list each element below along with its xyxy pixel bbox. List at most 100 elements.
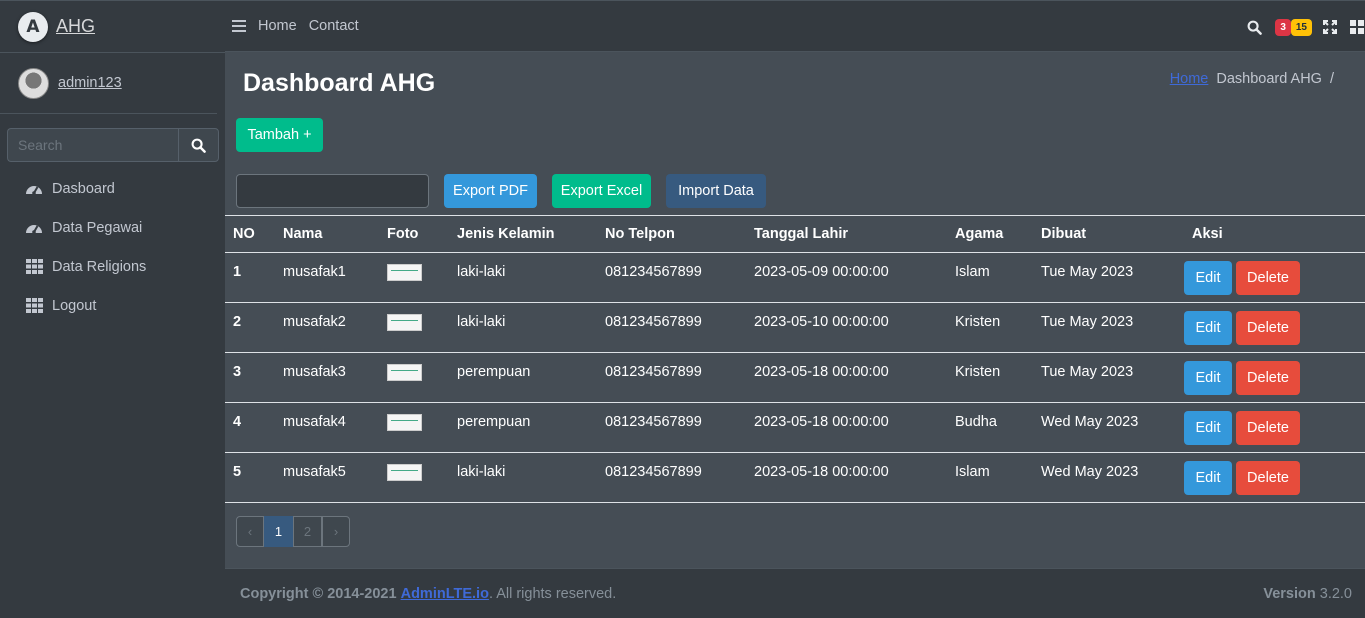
cell-dibuat: Tue May 2023 — [1033, 352, 1184, 403]
nav-link-home[interactable]: Home — [258, 18, 297, 34]
main-footer: Copyright © 2014-2021 AdminLTE.io. All r… — [225, 568, 1365, 618]
photo-thumbnail[interactable] — [387, 314, 422, 331]
table-search-input[interactable] — [236, 174, 429, 208]
edit-button[interactable]: Edit — [1184, 361, 1232, 395]
control-sidebar-icon[interactable] — [1350, 20, 1364, 34]
sidebar-item-label: Data Religions — [52, 258, 147, 275]
sidebar-item-data-religions[interactable]: Data Religions — [0, 247, 225, 286]
cell-dibuat: Wed May 2023 — [1033, 402, 1184, 453]
avatar — [18, 67, 49, 99]
import-data-button[interactable]: Import Data — [666, 174, 766, 208]
search-button[interactable] — [178, 128, 219, 162]
cell-agama: Kristen — [947, 302, 1033, 353]
search-icon — [191, 138, 206, 153]
table-row: 4 musafak4 perempuan 081234567899 2023-05-18… — [225, 402, 1365, 453]
tachometer-icon — [25, 219, 43, 237]
delete-button[interactable]: Delete — [1236, 461, 1300, 495]
cell-tanggal-lahir: 2023-05-10 00:00:00 — [746, 302, 947, 353]
cell-jenis-kelamin: laki-laki — [449, 452, 597, 503]
add-button[interactable]: Tambah + — [236, 118, 323, 152]
cell-aksi: Edit Delete — [1184, 352, 1365, 403]
column-header: NO — [225, 215, 275, 253]
cell-foto — [379, 352, 449, 403]
column-header: Dibuat — [1033, 215, 1184, 253]
pagination: ‹ 1 2 › — [236, 516, 350, 547]
user-name-link[interactable]: admin123 — [58, 75, 122, 91]
cell-tanggal-lahir: 2023-05-18 00:00:00 — [746, 352, 947, 403]
cell-nama: musafak2 — [275, 302, 379, 353]
pagination-page-1[interactable]: 1 — [264, 516, 293, 547]
brand-link[interactable]: A AHG — [0, 1, 225, 53]
cell-foto — [379, 452, 449, 503]
cell-nama: musafak5 — [275, 452, 379, 503]
table-row: 1 musafak1 laki-laki 081234567899 2023-05-09… — [225, 252, 1365, 303]
grid-icon — [25, 297, 43, 315]
delete-button[interactable]: Delete — [1236, 411, 1300, 445]
main-sidebar: A AHG admin123 Dasboard Data Pegawai Dat… — [0, 0, 225, 618]
row-number: 3 — [225, 352, 275, 403]
navbar-search-button[interactable] — [1247, 20, 1263, 35]
sidebar-item-dasboard[interactable]: Dasboard — [0, 169, 225, 208]
cell-jenis-kelamin: laki-laki — [449, 302, 597, 353]
version-info: Version 3.2.0 — [1263, 585, 1352, 602]
photo-thumbnail[interactable] — [387, 364, 422, 381]
breadcrumb-separator: / — [1329, 71, 1334, 87]
nav-link-contact[interactable]: Contact — [309, 18, 359, 34]
brand-logo-icon: A — [18, 11, 48, 42]
edit-button[interactable]: Edit — [1184, 311, 1232, 345]
table-header-row: NO Nama Foto Jenis Kelamin No Telpon Tan… — [225, 215, 1365, 253]
photo-thumbnail[interactable] — [387, 464, 422, 481]
row-number: 4 — [225, 402, 275, 453]
column-header: Foto — [379, 215, 449, 253]
photo-thumbnail[interactable] — [387, 414, 422, 431]
delete-button[interactable]: Delete — [1236, 311, 1300, 345]
table-row: 3 musafak3 perempuan 081234567899 2023-05-18… — [225, 352, 1365, 403]
cell-jenis-kelamin: perempuan — [449, 352, 597, 403]
brand-text[interactable]: AHG — [56, 16, 95, 37]
delete-button[interactable]: Delete — [1236, 261, 1300, 295]
cell-aksi: Edit Delete — [1184, 452, 1365, 503]
column-header: Agama — [947, 215, 1033, 253]
edit-button[interactable]: Edit — [1184, 261, 1232, 295]
pagination-next[interactable]: › — [322, 516, 350, 547]
export-pdf-button[interactable]: Export PDF — [444, 174, 537, 208]
menu-toggle-icon[interactable] — [232, 20, 246, 32]
photo-thumbnail[interactable] — [387, 264, 422, 281]
data-table: NO Nama Foto Jenis Kelamin No Telpon Tan… — [225, 215, 1365, 503]
delete-button[interactable]: Delete — [1236, 361, 1300, 395]
export-excel-button[interactable]: Export Excel — [552, 174, 651, 208]
sidebar-item-label: Data Pegawai — [52, 219, 143, 236]
sidebar-item-label: Dasboard — [52, 180, 115, 197]
column-header: Aksi — [1184, 215, 1365, 253]
fullscreen-icon[interactable] — [1323, 20, 1337, 34]
breadcrumb: Home Dashboard AHG / — [1170, 71, 1334, 87]
page-title: Dashboard AHG — [243, 69, 436, 97]
sidebar-item-data-pegawai[interactable]: Data Pegawai — [0, 208, 225, 247]
cell-no-telpon: 081234567899 — [597, 352, 746, 403]
cell-agama: Budha — [947, 402, 1033, 453]
sidebar-item-logout[interactable]: Logout — [0, 286, 225, 325]
cell-no-telpon: 081234567899 — [597, 302, 746, 353]
messages-badge[interactable]: 3 — [1275, 18, 1291, 36]
search-input[interactable] — [7, 128, 178, 162]
notifications-badge[interactable]: 15 — [1290, 18, 1312, 36]
edit-button[interactable]: Edit — [1184, 461, 1232, 495]
edit-button[interactable]: Edit — [1184, 411, 1232, 445]
cell-agama: Islam — [947, 252, 1033, 303]
row-number: 5 — [225, 452, 275, 503]
cell-foto — [379, 302, 449, 353]
breadcrumb-home-link[interactable]: Home — [1170, 71, 1209, 87]
pagination-prev[interactable]: ‹ — [236, 516, 264, 547]
cell-tanggal-lahir: 2023-05-18 00:00:00 — [746, 402, 947, 453]
sidebar-nav: Dasboard Data Pegawai Data Religions Log… — [0, 169, 225, 325]
cell-agama: Islam — [947, 452, 1033, 503]
cell-nama: musafak3 — [275, 352, 379, 403]
pagination-page-2[interactable]: 2 — [293, 516, 322, 547]
adminlte-link[interactable]: AdminLTE.io — [401, 586, 489, 602]
cell-aksi: Edit Delete — [1184, 252, 1365, 303]
breadcrumb-current: Dashboard AHG — [1216, 71, 1322, 87]
content-wrapper: Dashboard AHG Home Dashboard AHG / Tamba… — [225, 52, 1365, 568]
table-row: 2 musafak2 laki-laki 081234567899 2023-05-10… — [225, 302, 1365, 353]
cell-no-telpon: 081234567899 — [597, 452, 746, 503]
sidebar-item-label: Logout — [52, 297, 97, 314]
